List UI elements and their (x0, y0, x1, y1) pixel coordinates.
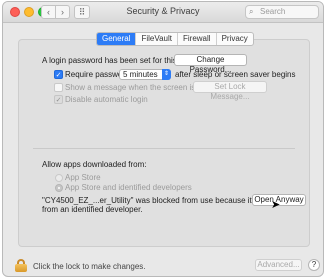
mouse-pointer-icon: ➤ (271, 199, 281, 211)
search-placeholder: Search (260, 7, 286, 16)
radio-app-store-identified-label: App Store and identified developers (65, 183, 192, 192)
radio-app-store[interactable] (55, 174, 63, 182)
login-password-text: A login password has been set for this u… (42, 56, 195, 65)
tab-privacy[interactable]: Privacy (215, 33, 253, 45)
blocked-message-line2: from an identified developer. (42, 205, 143, 214)
lock-hint-text: Click the lock to make changes. (33, 262, 146, 271)
tab-firewall[interactable]: Firewall (177, 33, 216, 45)
title-bar: ‹ › ⠿ Security & Privacy ⌕ Search (3, 2, 323, 23)
disable-auto-login-checkbox[interactable]: ✓ (54, 95, 63, 104)
set-lock-message-button[interactable]: Set Lock Message... (193, 81, 267, 101)
require-password-delay-select[interactable]: 5 minutes ⇕ (119, 69, 171, 80)
minimize-window-button[interactable] (24, 7, 34, 17)
help-button[interactable]: ? (308, 259, 320, 271)
disable-auto-login-label: Disable automatic login (65, 95, 148, 104)
tab-filevault[interactable]: FileVault (135, 33, 177, 45)
chevron-right-icon: › (61, 7, 64, 17)
radio-app-store-label: App Store (65, 173, 101, 182)
tab-bar: General FileVault Firewall Privacy (96, 32, 254, 46)
close-window-button[interactable] (10, 7, 20, 17)
forward-button[interactable]: › (55, 5, 70, 19)
search-field[interactable]: ⌕ Search (245, 5, 319, 19)
tab-general[interactable]: General (97, 33, 136, 45)
chevron-left-icon: ‹ (47, 7, 50, 17)
advanced-button[interactable]: Advanced... (255, 259, 302, 271)
back-button[interactable]: ‹ (41, 5, 56, 19)
search-icon: ⌕ (249, 7, 254, 16)
blocked-message-line1: "CY4500_EZ_...er_Utility" was blocked fr… (42, 196, 274, 205)
updown-arrows-icon: ⇕ (162, 69, 171, 80)
lock-icon[interactable] (15, 259, 27, 272)
section-divider (33, 148, 295, 149)
radio-app-store-identified[interactable] (55, 184, 63, 192)
require-password-checkbox[interactable]: ✓ (54, 70, 63, 79)
lock-body (15, 264, 27, 272)
show-message-checkbox[interactable] (54, 83, 63, 92)
after-sleep-text: after sleep or screen saver begins (175, 70, 296, 79)
show-all-button[interactable]: ⠿ (74, 5, 90, 19)
delay-value: 5 minutes (123, 70, 158, 79)
allow-apps-heading: Allow apps downloaded from: (42, 160, 147, 169)
grid-icon: ⠿ (78, 7, 86, 17)
change-password-button[interactable]: Change Password... (174, 54, 247, 74)
security-privacy-window: ‹ › ⠿ Security & Privacy ⌕ Search Genera… (2, 1, 324, 277)
